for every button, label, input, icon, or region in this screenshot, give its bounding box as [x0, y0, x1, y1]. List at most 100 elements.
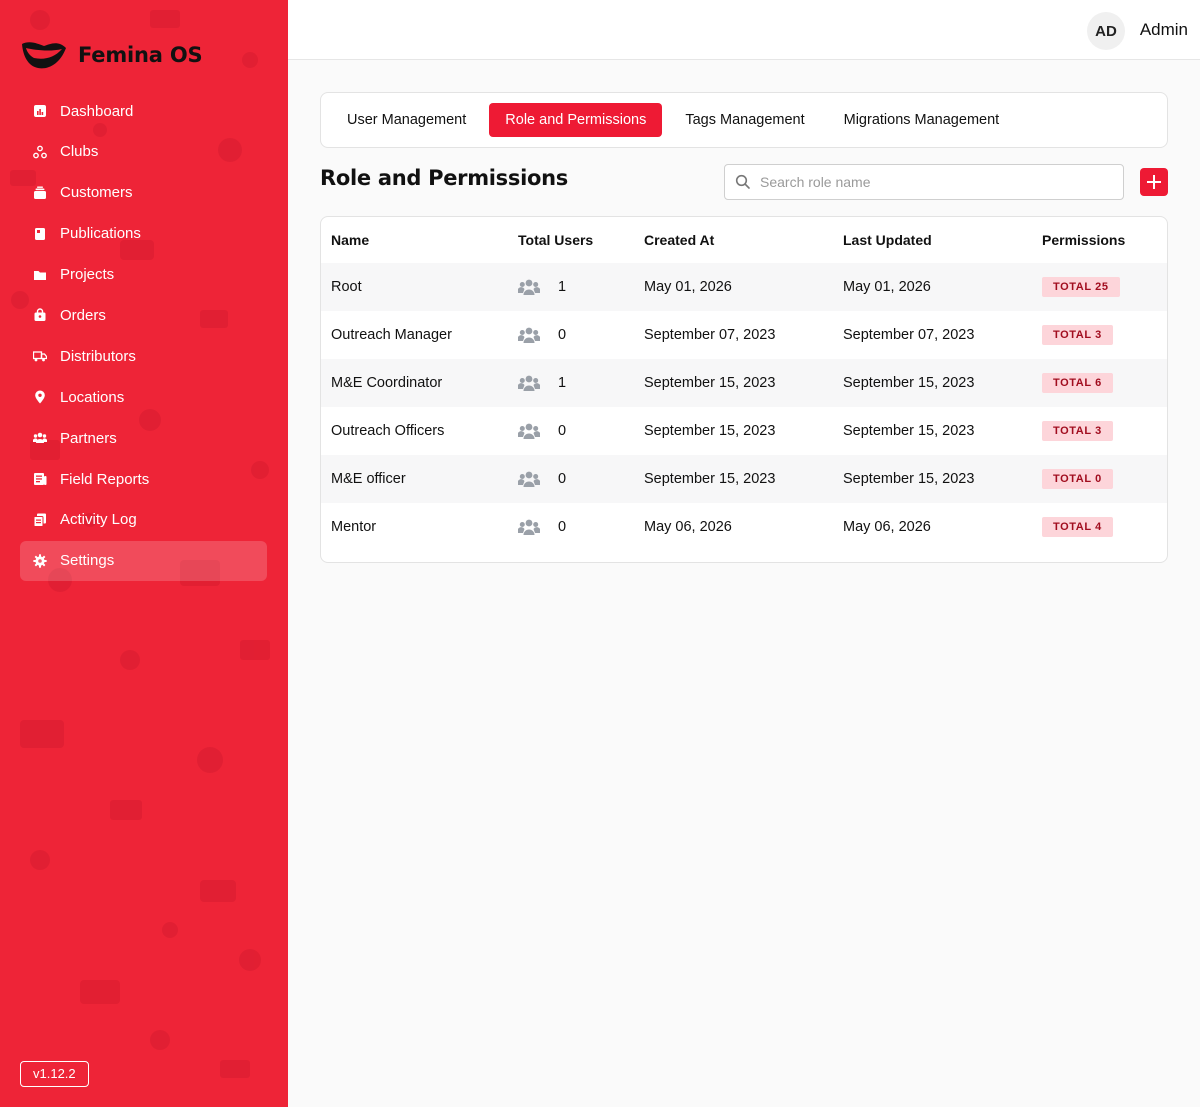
column-header-created-at[interactable]: Created At — [634, 217, 833, 263]
table-row[interactable]: M&E officer 0 September 15, 2023 Septemb… — [321, 455, 1167, 503]
sidebar-item-label: Projects — [60, 266, 115, 284]
created-at: September 15, 2023 — [644, 375, 776, 391]
report-icon — [33, 472, 47, 486]
roles-table-card: Name Total Users Created At Last Updated… — [320, 216, 1168, 563]
sidebar: Femina OS Dashboard Clubs Customers Publ… — [0, 0, 288, 1107]
table-row[interactable]: Root 1 May 01, 2026 May 01, 2026 TOTAL 2… — [321, 263, 1167, 311]
table-row[interactable]: Mentor 0 May 06, 2026 May 06, 2026 TOTAL… — [321, 503, 1167, 551]
permissions-badge[interactable]: TOTAL 3 — [1042, 421, 1113, 441]
sidebar-item-publications[interactable]: Publications — [20, 214, 267, 254]
tab-migrations-management[interactable]: Migrations Management — [828, 103, 1016, 137]
users-group-icon — [518, 519, 540, 535]
sidebar-item-distributors[interactable]: Distributors — [20, 336, 267, 376]
total-users-cell: 1 — [508, 263, 634, 311]
column-header-name[interactable]: Name — [321, 217, 508, 263]
sidebar-item-field-reports[interactable]: Field Reports — [20, 459, 267, 499]
customers-icon — [33, 186, 47, 200]
table-row[interactable]: Outreach Officers 0 September 15, 2023 S… — [321, 407, 1167, 455]
permissions-cell: TOTAL 3 — [1032, 407, 1167, 455]
users-group-icon — [518, 327, 540, 343]
created-at: September 15, 2023 — [644, 471, 776, 487]
role-name: Root — [331, 279, 362, 295]
created-at: May 06, 2026 — [644, 519, 732, 535]
sidebar-item-clubs[interactable]: Clubs — [20, 132, 267, 172]
sidebar-item-label: Field Reports — [60, 470, 150, 488]
book-icon — [33, 227, 47, 241]
permissions-badge[interactable]: TOTAL 4 — [1042, 517, 1113, 537]
lips-logo-icon — [22, 42, 66, 69]
permissions-badge[interactable]: TOTAL 3 — [1042, 325, 1113, 345]
pin-icon — [33, 390, 47, 404]
gear-icon — [33, 554, 47, 568]
search-box[interactable] — [724, 164, 1124, 200]
sidebar-item-dashboard[interactable]: Dashboard — [20, 91, 267, 131]
sidebar-item-label: Clubs — [60, 143, 99, 161]
created-at: September 07, 2023 — [644, 327, 776, 343]
plus-icon — [1147, 175, 1161, 189]
sidebar-item-label: Partners — [60, 429, 117, 447]
top-header: AD Admin — [288, 0, 1200, 60]
version-badge: v1.12.2 — [20, 1061, 89, 1087]
sidebar-item-label: Locations — [60, 388, 125, 406]
sidebar-item-orders[interactable]: Orders — [20, 295, 267, 335]
role-name: Outreach Manager — [331, 327, 452, 343]
sidebar-item-label: Orders — [60, 306, 106, 324]
table-row[interactable]: Outreach Manager 0 September 07, 2023 Se… — [321, 311, 1167, 359]
clubs-icon — [33, 145, 47, 159]
last-updated: September 15, 2023 — [843, 423, 975, 439]
brand[interactable]: Femina OS — [20, 38, 203, 72]
log-icon — [33, 513, 47, 527]
add-role-button[interactable] — [1140, 168, 1168, 196]
sidebar-item-label: Publications — [60, 225, 141, 243]
sidebar-item-activity-log[interactable]: Activity Log — [20, 500, 267, 540]
sidebar-item-projects[interactable]: Projects — [20, 255, 267, 295]
sidebar-item-customers[interactable]: Customers — [20, 173, 267, 213]
total-users-cell: 0 — [508, 503, 634, 551]
last-updated: September 15, 2023 — [843, 471, 975, 487]
sidebar-item-settings[interactable]: Settings — [20, 540, 267, 581]
users-group-icon — [518, 375, 540, 391]
permissions-badge[interactable]: TOTAL 25 — [1042, 277, 1120, 297]
settings-tabs: User Management Role and Permissions Tag… — [320, 92, 1168, 148]
table-header-row: Name Total Users Created At Last Updated… — [321, 217, 1167, 263]
tab-tags-management[interactable]: Tags Management — [669, 103, 820, 137]
last-updated: May 01, 2026 — [843, 279, 931, 295]
chart-icon — [33, 104, 47, 118]
total-users-cell: 0 — [508, 407, 634, 455]
sidebar-nav: Dashboard Clubs Customers Publications P… — [20, 91, 267, 582]
folder-icon — [33, 268, 47, 282]
total-users-count: 0 — [558, 519, 567, 535]
permissions-badge[interactable]: TOTAL 6 — [1042, 373, 1113, 393]
sidebar-item-locations[interactable]: Locations — [20, 377, 267, 417]
total-users-cell: 1 — [508, 359, 634, 407]
user-name[interactable]: Admin — [1140, 20, 1188, 40]
search-input[interactable] — [760, 174, 1100, 190]
permissions-badge[interactable]: TOTAL 0 — [1042, 469, 1113, 489]
permissions-cell: TOTAL 3 — [1032, 311, 1167, 359]
role-name: M&E Coordinator — [331, 375, 443, 391]
role-name: Mentor — [331, 519, 377, 535]
permissions-cell: TOTAL 6 — [1032, 359, 1167, 407]
tab-role-and-permissions[interactable]: Role and Permissions — [489, 103, 663, 137]
search-icon — [735, 174, 750, 189]
column-header-last-updated[interactable]: Last Updated — [833, 217, 1032, 263]
column-header-permissions[interactable]: Permissions — [1032, 217, 1167, 263]
total-users-count: 1 — [558, 279, 567, 295]
total-users-count: 0 — [558, 327, 567, 343]
last-updated: September 07, 2023 — [843, 327, 975, 343]
permissions-cell: TOTAL 25 — [1032, 263, 1167, 311]
brand-name: Femina OS — [78, 43, 203, 67]
permissions-cell: TOTAL 0 — [1032, 455, 1167, 503]
tab-user-management[interactable]: User Management — [331, 103, 482, 137]
roles-table: Name Total Users Created At Last Updated… — [321, 217, 1167, 551]
column-header-total-users[interactable]: Total Users — [508, 217, 634, 263]
sidebar-item-label: Dashboard — [60, 102, 134, 120]
last-updated: May 06, 2026 — [843, 519, 931, 535]
avatar[interactable]: AD — [1087, 12, 1125, 50]
total-users-cell: 0 — [508, 455, 634, 503]
sidebar-item-label: Customers — [60, 184, 133, 202]
permissions-cell: TOTAL 4 — [1032, 503, 1167, 551]
sidebar-item-partners[interactable]: Partners — [20, 418, 267, 458]
role-name: Outreach Officers — [331, 423, 445, 439]
table-row[interactable]: M&E Coordinator 1 September 15, 2023 Sep… — [321, 359, 1167, 407]
